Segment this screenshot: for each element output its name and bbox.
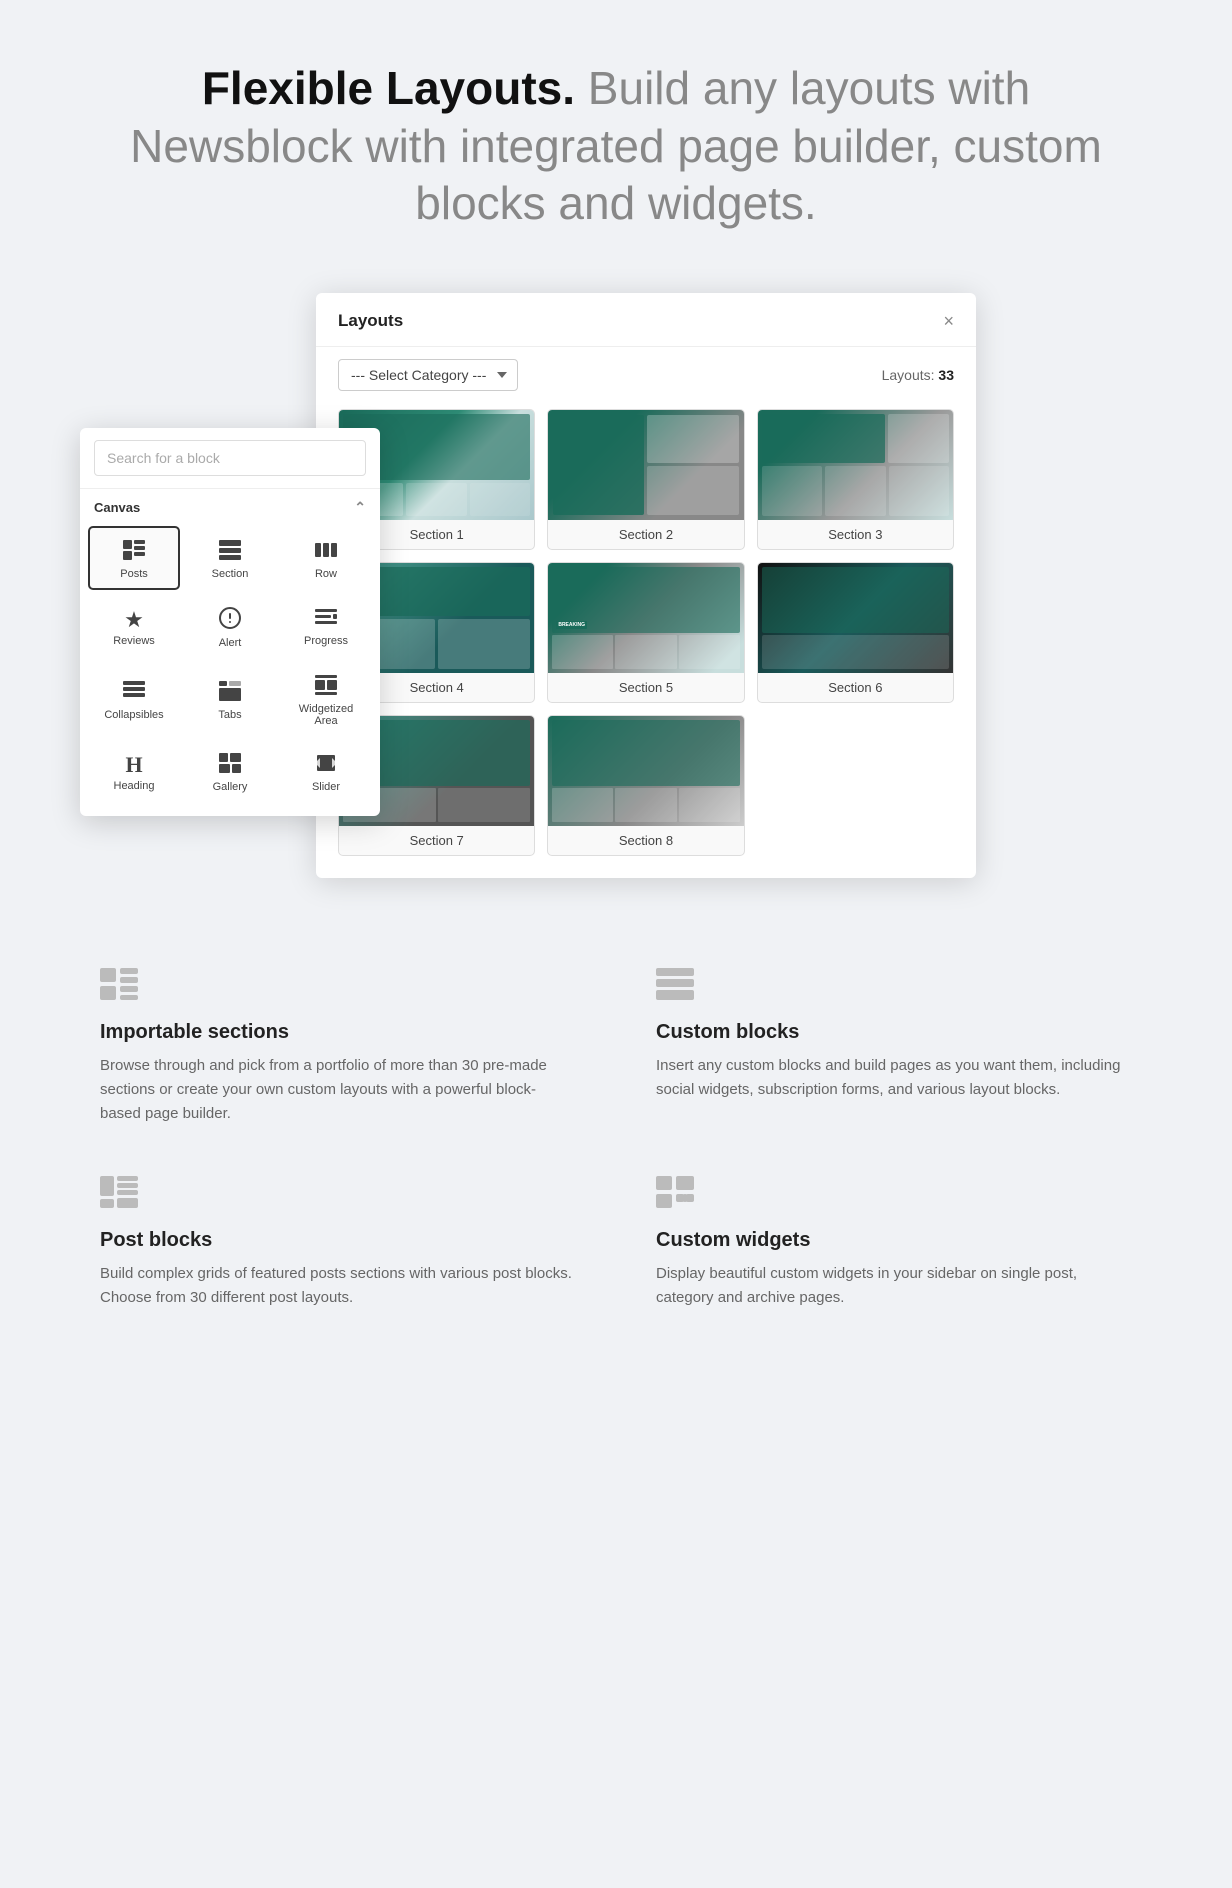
modal-title: Layouts: [338, 311, 403, 331]
block-label-tabs: Tabs: [218, 709, 241, 721]
reviews-icon: ★: [124, 609, 144, 631]
custom-widgets-icon: [656, 1176, 1132, 1215]
post-blocks-icon: [100, 1176, 576, 1215]
card-thumb-2: [548, 410, 743, 520]
card-thumb-3: [758, 410, 953, 520]
search-input[interactable]: [94, 440, 366, 476]
collapsibles-icon: [123, 681, 145, 705]
feature-title-importable-sections: Importable sections: [100, 1021, 576, 1044]
tabs-icon: [219, 681, 241, 705]
block-item-alert[interactable]: Alert: [184, 594, 276, 658]
section-icon: [219, 540, 241, 564]
card-label-3: Section 3: [758, 520, 953, 549]
card-label-8: Section 8: [548, 826, 743, 855]
modal-close-button[interactable]: ×: [943, 311, 954, 332]
card-label-5: Section 5: [548, 673, 743, 702]
search-box-container: [80, 428, 380, 489]
block-item-posts[interactable]: Posts: [88, 526, 180, 590]
block-item-tabs[interactable]: Tabs: [184, 662, 276, 736]
block-label-row: Row: [315, 568, 337, 580]
hero-heading: Flexible Layouts. Build any layouts with…: [120, 60, 1112, 233]
block-label-reviews: Reviews: [113, 635, 155, 647]
widgetized-icon: [315, 675, 337, 699]
row-icon: [315, 540, 337, 564]
heading-icon: H: [125, 754, 142, 776]
canvas-label: Canvas: [94, 500, 140, 515]
block-label-gallery: Gallery: [213, 781, 248, 793]
card-thumb-6: [758, 563, 953, 673]
modal-header: Layouts ×: [316, 293, 976, 347]
blocks-grid: Posts Section: [80, 522, 380, 806]
feature-post-blocks: Post blocks Build complex grids of featu…: [100, 1176, 576, 1310]
layout-card-3[interactable]: Section 3: [757, 409, 954, 550]
demo-area: Canvas ⌃ Posts: [0, 273, 1232, 918]
layouts-grid: LATEST Section 1: [316, 403, 976, 878]
block-search-panel: Canvas ⌃ Posts: [80, 428, 380, 816]
block-item-collapsibles[interactable]: Collapsibles: [88, 662, 180, 736]
category-select[interactable]: --- Select Category ---: [338, 359, 518, 391]
layouts-modal: Layouts × --- Select Category --- Layout…: [316, 293, 976, 878]
layouts-count: Layouts: 33: [882, 367, 954, 383]
importable-sections-icon: [100, 968, 576, 1007]
feature-desc-custom-blocks: Insert any custom blocks and build pages…: [656, 1054, 1132, 1102]
feature-custom-blocks: Custom blocks Insert any custom blocks a…: [656, 968, 1132, 1126]
alert-icon: [219, 607, 241, 633]
hero-heading-strong: Flexible Layouts.: [202, 62, 575, 114]
block-label-posts: Posts: [120, 568, 148, 580]
feature-title-custom-blocks: Custom blocks: [656, 1021, 1132, 1044]
block-item-reviews[interactable]: ★ Reviews: [88, 594, 180, 658]
panel-section-header[interactable]: Canvas ⌃: [80, 489, 380, 522]
hero-section: Flexible Layouts. Build any layouts with…: [0, 0, 1232, 273]
layout-card-8[interactable]: Section 8: [547, 715, 744, 856]
card-thumb-8: [548, 716, 743, 826]
feature-desc-post-blocks: Build complex grids of featured posts se…: [100, 1262, 576, 1310]
block-item-section[interactable]: Section: [184, 526, 276, 590]
card-label-2: Section 2: [548, 520, 743, 549]
block-label-section: Section: [212, 568, 249, 580]
block-label-widgetized: Widgetized Area: [287, 703, 365, 727]
block-item-heading[interactable]: H Heading: [88, 740, 180, 802]
card-label-6: Section 6: [758, 673, 953, 702]
block-label-alert: Alert: [219, 637, 242, 649]
gallery-icon: [219, 753, 241, 777]
block-label-heading: Heading: [114, 780, 155, 792]
layout-card-6[interactable]: Section 6: [757, 562, 954, 703]
layout-card-2[interactable]: Section 2: [547, 409, 744, 550]
custom-blocks-icon: [656, 968, 1132, 1007]
feature-title-custom-widgets: Custom widgets: [656, 1229, 1132, 1252]
feature-desc-importable-sections: Browse through and pick from a portfolio…: [100, 1054, 576, 1126]
posts-icon: [123, 540, 145, 564]
card-thumb-5: BREAKING: [548, 563, 743, 673]
block-item-row[interactable]: Row: [280, 526, 372, 590]
block-label-progress: Progress: [304, 635, 348, 647]
feature-title-post-blocks: Post blocks: [100, 1229, 576, 1252]
block-item-progress[interactable]: Progress: [280, 594, 372, 658]
block-item-slider[interactable]: Slider: [280, 740, 372, 802]
card-label-7: Section 7: [339, 826, 534, 855]
block-label-slider: Slider: [312, 781, 340, 793]
feature-desc-custom-widgets: Display beautiful custom widgets in your…: [656, 1262, 1132, 1310]
slider-icon: [315, 753, 337, 777]
block-item-gallery[interactable]: Gallery: [184, 740, 276, 802]
block-item-widgetized[interactable]: Widgetized Area: [280, 662, 372, 736]
layout-card-5[interactable]: BREAKING Section 5: [547, 562, 744, 703]
feature-importable-sections: Importable sections Browse through and p…: [100, 968, 576, 1126]
layouts-count-value: 33: [938, 367, 954, 383]
feature-custom-widgets: Custom widgets Display beautiful custom …: [656, 1176, 1132, 1310]
progress-icon: [315, 609, 337, 631]
modal-toolbar: --- Select Category --- Layouts: 33: [316, 347, 976, 403]
chevron-up-icon: ⌃: [354, 499, 366, 516]
block-label-collapsibles: Collapsibles: [104, 709, 163, 721]
features-section: Importable sections Browse through and p…: [0, 918, 1232, 1370]
